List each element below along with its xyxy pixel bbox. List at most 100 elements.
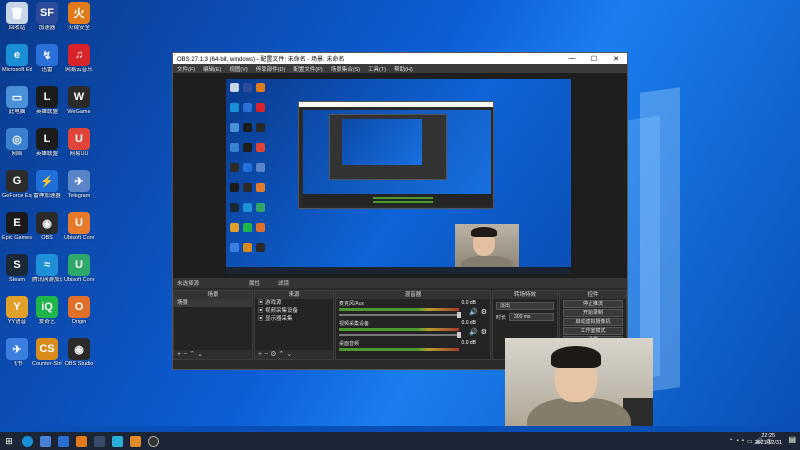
desktop-icon[interactable]: ✈ Telegram — [64, 170, 94, 199]
scene-item[interactable]: 场景 — [174, 299, 252, 307]
up-icon[interactable]: ⌃ — [189, 351, 197, 358]
transition-select[interactable]: 淡出 — [496, 302, 554, 310]
desktop-icon-label: Epic Games Launcher — [2, 235, 32, 241]
taskbar-app[interactable] — [18, 433, 36, 449]
app-icon: E — [6, 212, 28, 234]
panel-title: 转场特效 — [493, 291, 557, 299]
maximize-icon[interactable]: ☐ — [583, 55, 605, 63]
menu-tools[interactable]: 工具(T) — [368, 65, 386, 73]
desktop-icon[interactable]: CSCounter-Strike — [32, 338, 62, 367]
taskbar-app[interactable] — [126, 433, 144, 449]
speaker-icon[interactable]: 🔊 — [469, 308, 478, 316]
app-icon: SF — [36, 2, 58, 24]
desktop-icon-label: 英雄联盟 — [35, 109, 58, 115]
desktop-icon[interactable]: ↯ 迅雷 — [32, 44, 62, 73]
clock-date: 2021/12/31 — [754, 440, 782, 446]
desktop-icon-label: Steam — [9, 277, 25, 283]
taskbar-app[interactable] — [54, 433, 72, 449]
preview-mini-icon — [256, 123, 265, 132]
studio-mode-button[interactable]: 工作室模式 — [563, 327, 623, 335]
desktop-icon[interactable]: ≈腾讯网游加速器 — [32, 254, 62, 283]
desktop-icon[interactable]: SF 加速器 — [32, 2, 62, 31]
obs-window[interactable]: OBS 27.1.3 (64-bit, windows) - 配置文件: 未命名… — [172, 52, 628, 370]
app-icon: ≈ — [36, 254, 58, 276]
source-label: 显示器采集 — [265, 316, 293, 322]
filters-button[interactable]: 滤镜 — [278, 279, 289, 287]
preview-mini-icon — [230, 143, 239, 152]
desktop-icon[interactable]: EEpic Games Launcher — [2, 212, 32, 241]
minimize-icon[interactable]: — — [561, 55, 583, 62]
speaker-icon[interactable]: 🔊 — [469, 328, 478, 336]
taskbar-app[interactable] — [72, 433, 90, 449]
desktop-icon[interactable]: Y YY语音 — [2, 296, 32, 325]
channel-db: 0.0 dB — [461, 300, 476, 306]
source-item[interactable]: ▣ 显示器采集 — [255, 315, 333, 323]
taskbar-app[interactable] — [108, 433, 126, 449]
tray-icon[interactable]: ⌃ — [729, 438, 734, 445]
preview-mini-icon — [230, 183, 239, 192]
desktop-icon[interactable]: ◉ OBS Studio — [64, 338, 94, 367]
menu-docks[interactable]: 停靠部件(D) — [256, 65, 286, 73]
desktop-icon[interactable]: U 网易UU — [64, 128, 94, 157]
desktop-icon[interactable]: ♫ 网易云音乐 — [64, 44, 94, 73]
taskbar-app[interactable] — [144, 433, 162, 449]
desktop-icon[interactable]: L 英雄联盟 — [32, 128, 62, 157]
desktop-icon[interactable]: L 英雄联盟 — [32, 86, 62, 115]
desktop-icon[interactable]: ⚡ 雷神加速器 — [32, 170, 62, 199]
properties-button[interactable]: 属性 — [249, 279, 260, 287]
menu-help[interactable]: 帮助(H) — [394, 65, 413, 73]
gear-icon[interactable]: ⚙ — [481, 328, 487, 336]
desktop-icon[interactable]: 🗑 回收站 — [2, 2, 32, 31]
volume-slider[interactable] — [339, 332, 461, 338]
desktop-icon[interactable]: S Steam — [2, 254, 32, 283]
start-recording-button[interactable]: 开始录制 — [563, 309, 623, 317]
desktop-icon[interactable]: UUbisoft Connect — [64, 212, 94, 241]
slider-knob[interactable] — [457, 312, 461, 318]
menu-scene-collection[interactable]: 场景集合(S) — [331, 65, 360, 73]
desktop-icon[interactable]: W WeGame — [64, 86, 94, 115]
preview-mini-icon — [256, 83, 265, 92]
volume-slider[interactable] — [339, 312, 461, 318]
desktop-icon[interactable]: iQ 爱奇艺 — [32, 296, 62, 325]
desktop-icon[interactable]: UUbisoft Connect — [64, 254, 94, 283]
desktop-icon[interactable]: eMicrosoft Edge — [2, 44, 32, 73]
start-button[interactable]: ⊞ — [0, 433, 18, 449]
source-label: 游戏源 — [265, 300, 282, 306]
taskbar-app[interactable] — [90, 433, 108, 449]
obs-titlebar[interactable]: OBS 27.1.3 (64-bit, windows) - 配置文件: 未命名… — [173, 53, 627, 64]
taskbar-app[interactable] — [36, 433, 54, 449]
gear-icon[interactable]: ⚙ — [481, 308, 487, 316]
stop-streaming-button[interactable]: 停止推流 — [563, 300, 623, 308]
desktop-icon[interactable]: GGeForce Experience — [2, 170, 32, 199]
source-item[interactable]: ▣ 游戏源 — [255, 299, 333, 307]
menu-edit[interactable]: 编辑(E) — [203, 65, 221, 73]
desktop-icon[interactable]: O Origin — [64, 296, 94, 325]
source-item[interactable]: ▣ 视频采集设备 — [255, 307, 333, 315]
desktop-icon[interactable]: ◎ 网络 — [2, 128, 32, 157]
slider-knob[interactable] — [457, 332, 461, 338]
duration-input[interactable]: 300 ms — [509, 313, 554, 321]
taskbar-clock[interactable]: 22:25 2021/12/31 — [754, 433, 782, 447]
close-icon[interactable]: ✕ — [605, 55, 627, 63]
network-icon[interactable]: ▭ — [747, 438, 753, 445]
menu-profile[interactable]: 配置文件(P) — [293, 65, 322, 73]
app-icon: Y — [6, 296, 28, 318]
virtual-camera-button[interactable]: 启动虚拟摄像机 — [563, 318, 623, 326]
app-icon — [39, 435, 51, 447]
menu-view[interactable]: 视图(V) — [229, 65, 247, 73]
desktop-icon[interactable]: ◉ OBS — [32, 212, 62, 241]
desktop-icon[interactable]: ▭ 此电脑 — [2, 86, 32, 115]
app-icon — [111, 435, 123, 447]
app-icon: ♫ — [68, 44, 90, 66]
notification-icon[interactable]: ▤ — [788, 435, 796, 444]
desktop-icon[interactable]: 火火绒安全 — [64, 2, 94, 31]
tray-icon[interactable]: ▪ — [742, 438, 744, 444]
menu-file[interactable]: 文件(F) — [177, 65, 195, 73]
desktop-icon-label: Ubisoft Connect — [64, 277, 94, 283]
app-icon: ▭ — [6, 86, 28, 108]
tray-icon[interactable]: ▪ — [737, 438, 739, 444]
desktop-icon[interactable]: ✈ 飞书 — [2, 338, 32, 367]
down-icon[interactable]: ⌄ — [197, 351, 205, 358]
down-icon[interactable]: ⌄ — [286, 351, 294, 358]
preview-canvas[interactable] — [226, 79, 571, 274]
